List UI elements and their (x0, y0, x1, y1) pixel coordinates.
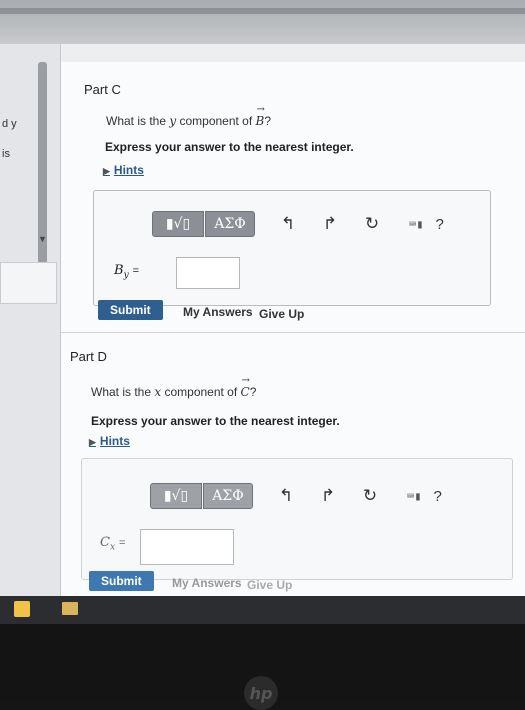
part-c-title: Part C (84, 82, 121, 97)
hints-caret-icon: ▶ (89, 437, 96, 447)
left-panel-box (0, 262, 57, 304)
vector-b: → B (255, 104, 265, 128)
browser-top-bar (0, 0, 525, 44)
part-d-title: Part D (70, 349, 107, 364)
part-d-answer-box: ▮√▯ ΑΣΦ ↰ ↱ ↻ ⌨▮ ? Cx = (81, 458, 513, 580)
question-mid: component of (161, 385, 241, 399)
main-content: Part C What is the y component of → B? Ex… (61, 62, 525, 610)
help-icon[interactable]: ? (435, 216, 443, 233)
part-c-submit-button[interactable]: Submit (98, 300, 163, 320)
vector-c: → C (240, 375, 250, 399)
left-panel: d y is ▲ ▼ (0, 44, 61, 610)
hints-label: Hints (113, 163, 144, 177)
keyboard-icon[interactable]: ⌨▮ (407, 489, 421, 503)
part-c-answer-input[interactable] (176, 257, 240, 289)
part-d-instruction: Express your answer to the nearest integ… (91, 414, 340, 428)
hints-label: Hints (99, 434, 130, 448)
greek-symbols-button[interactable]: ΑΣΦ (205, 211, 255, 237)
question-suffix: ? (264, 114, 272, 128)
var-subscript: x (109, 542, 116, 553)
math-template-button[interactable]: ▮√▯ (152, 211, 204, 237)
side-text-1: d y (2, 118, 17, 130)
var-symbol: B (114, 263, 124, 278)
var-subscript: y (123, 270, 129, 281)
keyboard-icon[interactable]: ⌨▮ (409, 217, 423, 231)
part-c-answer-box: ▮√▯ ΑΣΦ ↰ ↱ ↻ ⌨▮ ? By = (93, 190, 491, 306)
part-d-hints-link[interactable]: ▶ Hints (89, 434, 130, 448)
part-c-give-up-link[interactable]: Give Up (259, 307, 304, 321)
part-c-variable-label: By = (114, 263, 139, 281)
question-prefix: What is the (106, 114, 170, 128)
redo-icon[interactable]: ↱ (321, 214, 339, 234)
side-text-2: is (2, 148, 10, 160)
question-suffix: ? (249, 385, 257, 399)
hp-logo-icon: hp (244, 676, 278, 710)
vector-letter: C (240, 385, 250, 399)
top-bar-line (0, 8, 525, 14)
redo-icon[interactable]: ↱ (319, 486, 337, 506)
part-d-toolbar: ▮√▯ ΑΣΦ ↰ ↱ ↻ ⌨▮ ? (150, 483, 442, 509)
part-d-my-answers-link[interactable]: My Answers (172, 576, 242, 590)
part-d-give-up-link[interactable]: Give Up (247, 578, 292, 592)
question-mid: component of (176, 114, 256, 128)
reset-icon[interactable]: ↻ (363, 214, 381, 234)
scroll-down-icon[interactable]: ▼ (38, 234, 47, 244)
undo-icon[interactable]: ↰ (279, 214, 297, 234)
greek-symbols-button[interactable]: ΑΣΦ (203, 483, 253, 509)
undo-icon[interactable]: ↰ (277, 486, 295, 506)
start-icon[interactable] (14, 601, 30, 617)
part-d-question: What is the x component of → C? (91, 375, 257, 399)
var-equals: = (119, 537, 126, 549)
math-template-button[interactable]: ▮√▯ (150, 483, 202, 509)
part-c-hints-link[interactable]: ▶ Hints (103, 163, 144, 177)
reset-icon[interactable]: ↻ (361, 486, 379, 506)
part-c-instruction: Express your answer to the nearest integ… (105, 140, 354, 154)
hints-caret-icon: ▶ (103, 166, 110, 176)
part-c-toolbar: ▮√▯ ΑΣΦ ↰ ↱ ↻ ⌨▮ ? (152, 211, 444, 237)
var-equals: = (132, 265, 140, 277)
help-icon[interactable]: ? (433, 488, 441, 505)
folder-icon[interactable] (62, 602, 78, 615)
vector-letter: B (255, 114, 265, 128)
part-c-question: What is the y component of → B? (106, 104, 272, 128)
part-d-variable-label: Cx = (100, 535, 125, 553)
part-c-my-answers-link[interactable]: My Answers (183, 305, 253, 319)
part-d-submit-button[interactable]: Submit (89, 571, 154, 591)
question-prefix: What is the (91, 385, 155, 399)
taskbar (0, 596, 525, 624)
part-d-answer-input[interactable] (140, 529, 234, 565)
part-divider (61, 332, 525, 333)
var-symbol: C (100, 535, 110, 550)
screen: d y is ▲ ▼ Part C What is the y componen… (0, 0, 525, 610)
